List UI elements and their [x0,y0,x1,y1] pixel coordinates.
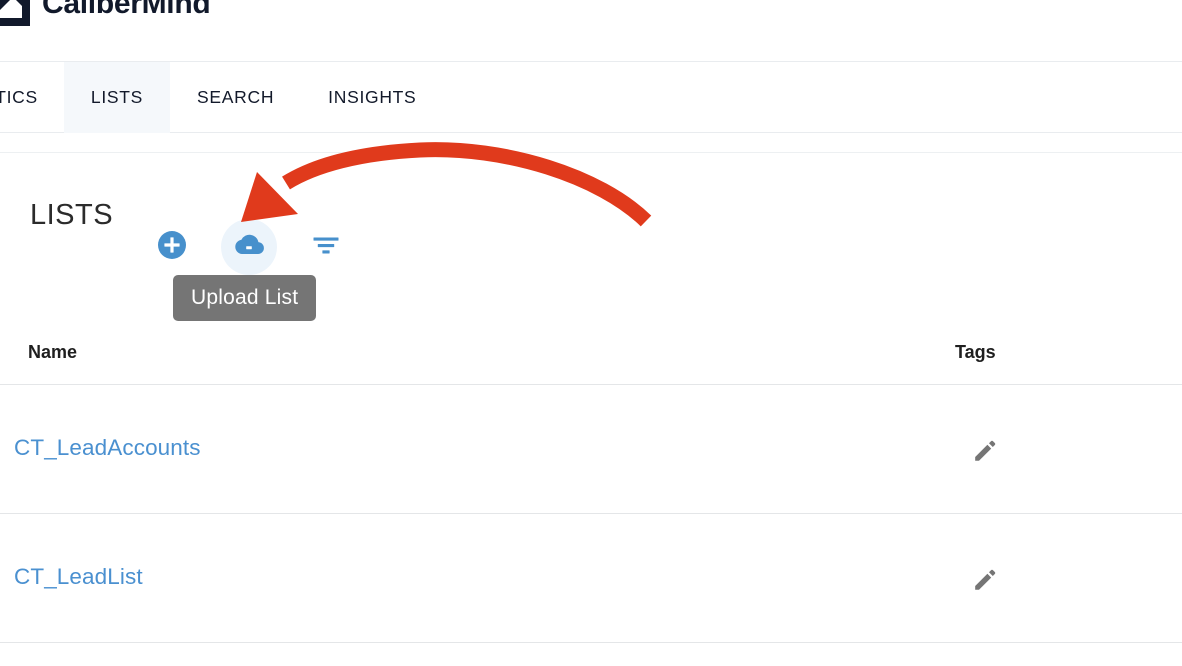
app-root: CaliberMind NALYTICS LISTS SEARCH INSIGH… [0,0,1182,666]
content-top-divider [0,152,1182,153]
table-bottom-divider [0,642,1182,643]
main-tab-bar: NALYTICS LISTS SEARCH INSIGHTS [0,62,1182,133]
upload-list-button[interactable] [221,219,277,275]
list-name-link[interactable]: CT_LeadAccounts [14,435,201,461]
table-row[interactable]: CT_LeadList [0,514,1182,642]
table-row[interactable]: CT_LeadAccounts [0,385,1182,513]
tab-insights-label: INSIGHTS [328,87,417,107]
pencil-edit-icon [972,438,998,469]
lists-page: LISTS Name Tags CT_LeadAccounts CT_LeadL… [0,133,1182,666]
column-header-name[interactable]: Name [28,342,77,363]
tab-lists[interactable]: LISTS [63,62,171,133]
column-header-tags[interactable]: Tags [955,342,996,363]
brand-title: CaliberMind [42,0,211,20]
lists-table: Name Tags CT_LeadAccounts CT_LeadList [0,299,1182,643]
edit-tags-button[interactable] [965,562,1005,602]
edit-tags-button[interactable] [965,433,1005,473]
pencil-edit-icon [972,567,998,598]
plus-circle-icon [158,230,186,264]
tab-analytics-label: NALYTICS [0,87,38,107]
upload-list-tooltip: Upload List [173,275,317,321]
cloud-upload-icon [232,231,266,264]
tab-search-label: SEARCH [197,87,275,107]
filter-icon [311,233,341,262]
tab-lists-label: LISTS [90,87,144,107]
tab-insights[interactable]: INSIGHTS [301,62,443,133]
list-name-link[interactable]: CT_LeadList [14,564,143,590]
tooltip-label: Upload List [191,286,299,309]
tab-search[interactable]: SEARCH [170,62,301,133]
add-list-button[interactable] [144,219,200,275]
calibermind-logo-icon[interactable] [0,0,30,26]
brand-header: CaliberMind [0,0,1182,62]
page-title: LISTS [30,199,114,231]
lists-toolbar: LISTS [0,181,1182,275]
tab-analytics[interactable]: NALYTICS [0,62,64,133]
filter-button[interactable] [298,219,354,275]
